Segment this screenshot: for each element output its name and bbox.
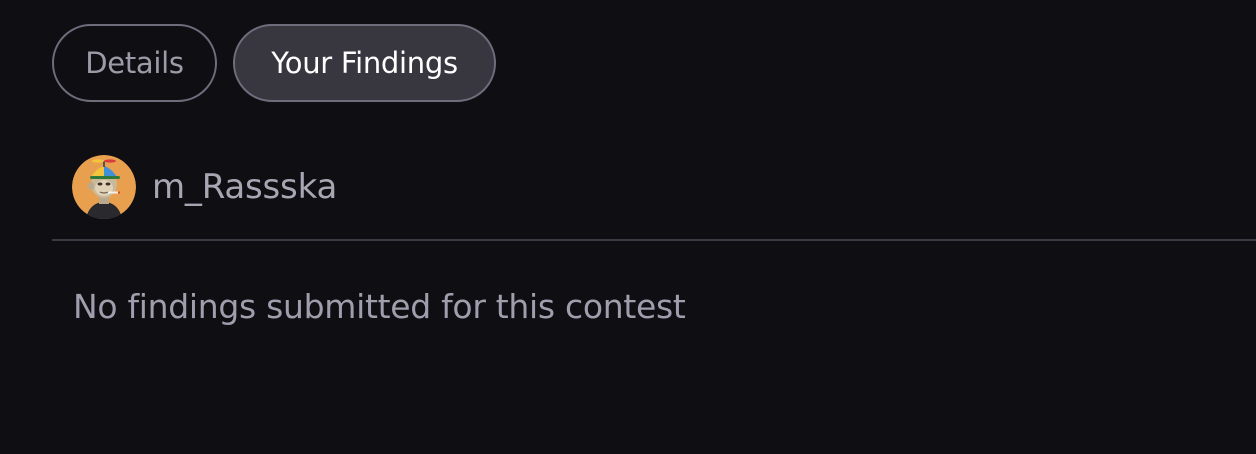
username: m_Rassska [152, 167, 338, 207]
avatar [72, 155, 136, 219]
tab-your-findings[interactable]: Your Findings [233, 24, 496, 102]
tab-bar: Details Your Findings [52, 24, 496, 102]
user-header: m_Rassska [72, 155, 337, 219]
tab-details[interactable]: Details [52, 24, 217, 102]
empty-findings-message: No findings submitted for this contest [73, 287, 686, 326]
bored-ape-avatar-icon [72, 155, 136, 219]
divider [52, 239, 1256, 241]
findings-panel: Details Your Findings m_Rassska No findi… [0, 0, 1256, 454]
